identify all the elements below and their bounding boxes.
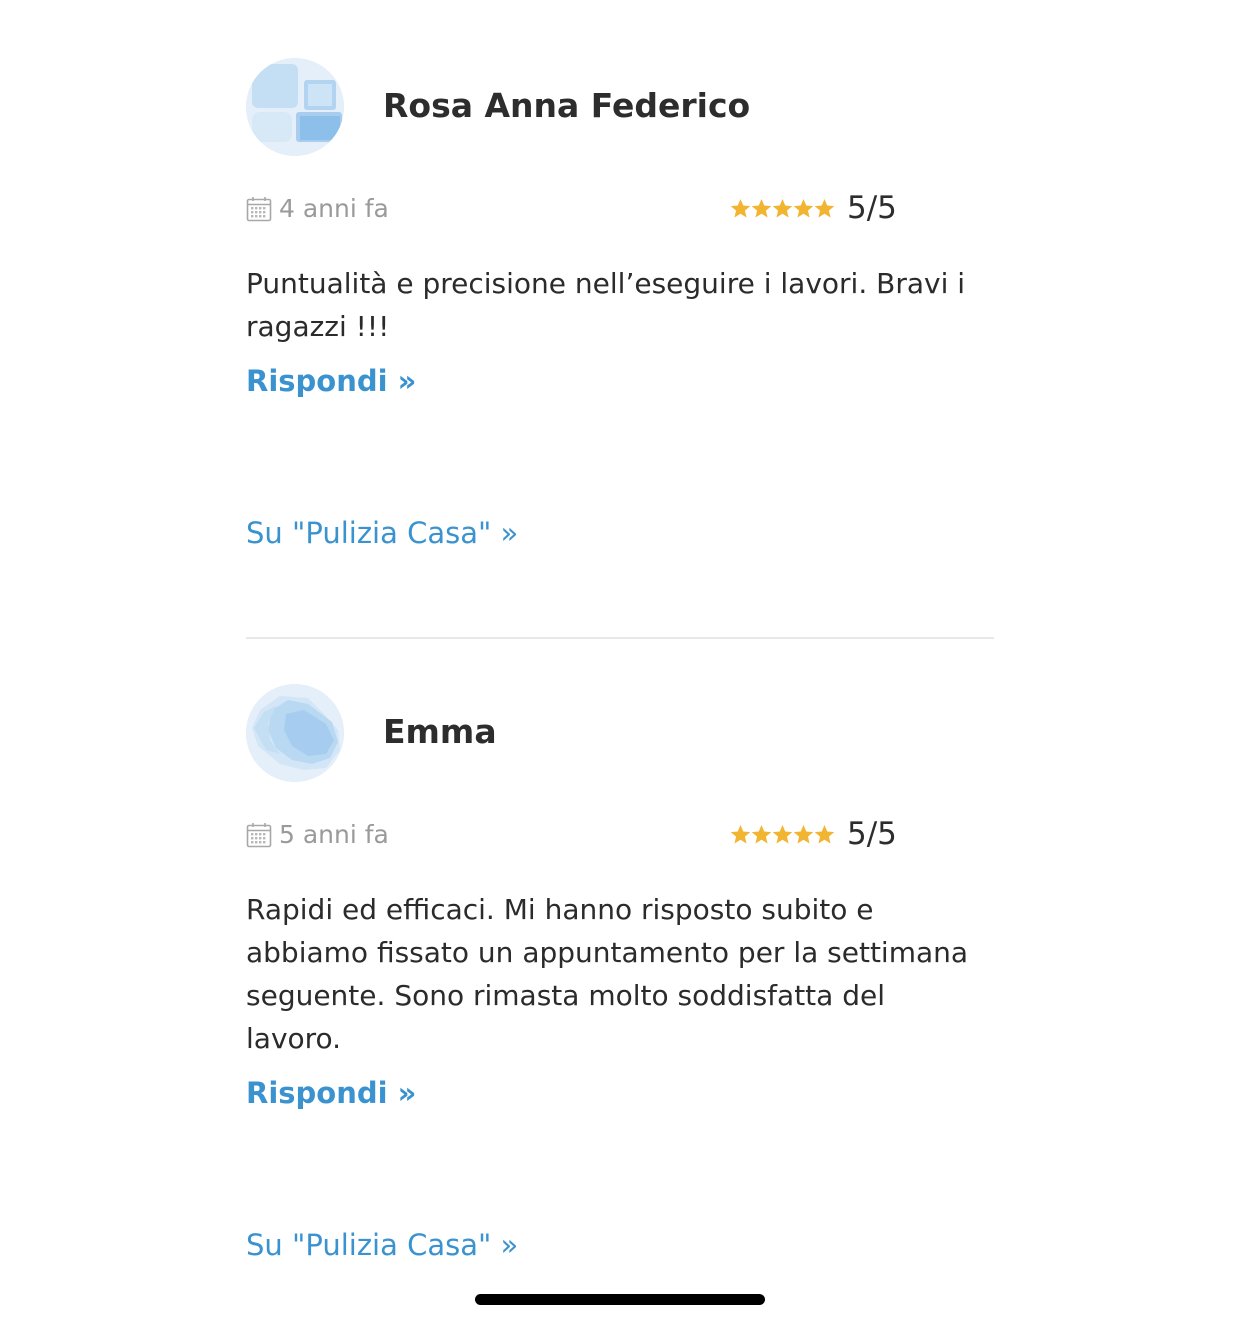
- review-text: Rapidi ed efficaci. Mi hanno risposto su…: [246, 893, 969, 1055]
- reviewer-name: Emma: [383, 712, 497, 751]
- rating: 5/5: [730, 816, 897, 852]
- rating-score: 5/5: [847, 190, 897, 226]
- avatar: [246, 684, 344, 782]
- star-icon: [751, 198, 772, 218]
- reply-link[interactable]: Rispondi »: [246, 1076, 416, 1110]
- review-date-label: 4 anni fa: [279, 194, 389, 223]
- avatar: [246, 58, 344, 156]
- rating: 5/5: [730, 190, 897, 226]
- calendar-icon: [246, 822, 272, 847]
- review-card: Rosa Anna Federico 4 anni fa 5/5 Puntual…: [246, 58, 996, 550]
- review-meta: 5 anni fa 5/5: [246, 816, 996, 876]
- reviewer-name: Rosa Anna Federico: [383, 86, 751, 125]
- star-icon: [730, 198, 751, 218]
- service-link[interactable]: Su "Pulizia Casa" »: [246, 516, 518, 550]
- review-divider: [246, 637, 994, 639]
- star-icon: [730, 824, 751, 844]
- star-icon: [814, 824, 835, 844]
- star-rating: [730, 198, 835, 219]
- review-date: 4 anni fa: [246, 194, 389, 223]
- review-date: 5 anni fa: [246, 820, 389, 849]
- avatar-icon: [246, 684, 344, 782]
- star-icon: [751, 824, 772, 844]
- star-rating: [730, 824, 835, 845]
- star-icon: [814, 198, 835, 218]
- star-icon: [772, 824, 793, 844]
- review-date-label: 5 anni fa: [279, 820, 389, 849]
- home-indicator[interactable]: [475, 1294, 765, 1305]
- star-icon: [793, 198, 814, 218]
- review-header: Rosa Anna Federico: [246, 58, 996, 158]
- review-header: Emma: [246, 684, 996, 784]
- service-link[interactable]: Su "Pulizia Casa" »: [246, 1228, 518, 1262]
- review-card: Emma 5 anni fa 5/5 Rapidi ed efficaci. M…: [246, 684, 996, 1262]
- star-icon: [793, 824, 814, 844]
- avatar-icon: [246, 58, 344, 156]
- reply-link[interactable]: Rispondi »: [246, 364, 416, 398]
- review-meta: 4 anni fa 5/5: [246, 190, 996, 250]
- rating-score: 5/5: [847, 816, 897, 852]
- star-icon: [772, 198, 793, 218]
- calendar-icon: [246, 196, 272, 221]
- review-text: Puntualità e precisione nell’eseguire i …: [246, 267, 966, 343]
